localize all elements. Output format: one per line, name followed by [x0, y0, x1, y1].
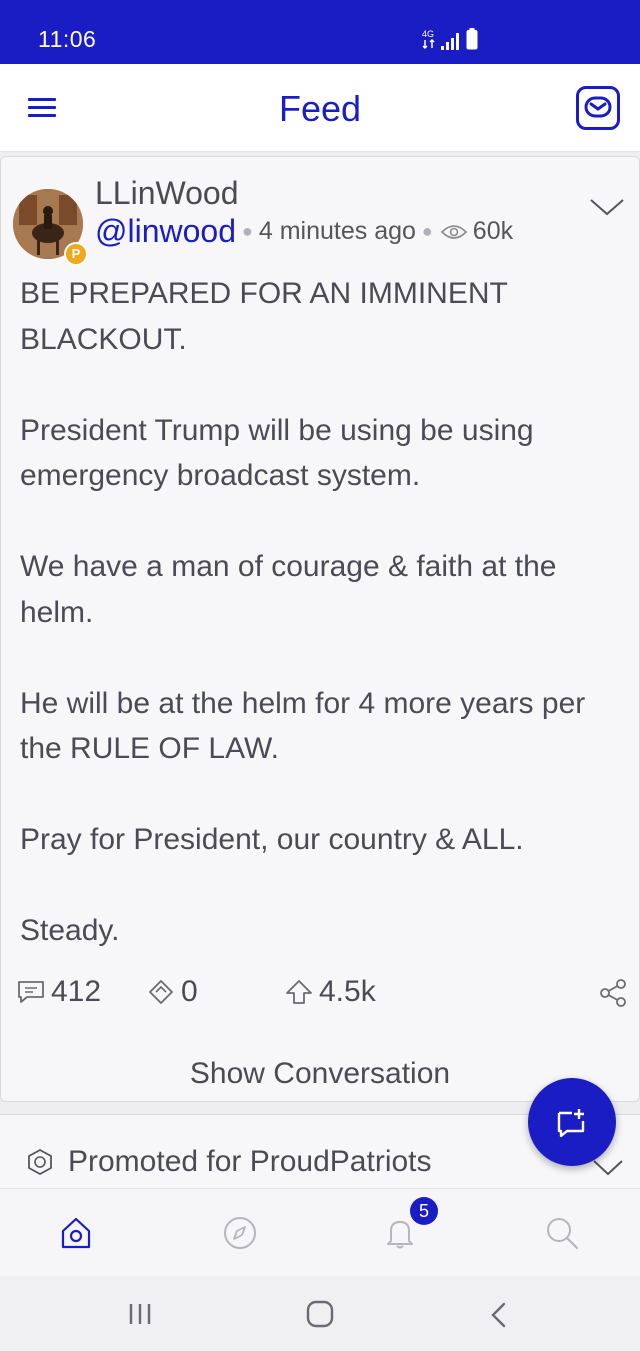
- promoted-label: Promoted for ProudPatriots: [68, 1145, 432, 1178]
- recent-apps-icon[interactable]: [128, 1302, 152, 1326]
- chevron-down-icon[interactable]: [592, 1159, 624, 1177]
- separator-dot: ●: [242, 221, 253, 241]
- status-time: 11:06: [38, 26, 97, 52]
- promoted-icon: [28, 1148, 52, 1176]
- post-paragraph: He will be at the helm for 4 more years …: [20, 686, 586, 766]
- battery-icon: [466, 28, 478, 50]
- post-paragraph: We have a man of courage & faith at the …: [20, 550, 557, 629]
- echo-button[interactable]: 0: [147, 975, 198, 1009]
- user-handle[interactable]: @linwood: [95, 213, 236, 250]
- post-paragraph: Steady.: [20, 914, 120, 947]
- post-body: BE PREPARED FOR AN IMMINENT BLACKOUT. Pr…: [20, 271, 620, 954]
- notification-badge: 5: [410, 1197, 438, 1225]
- compose-icon: [557, 1109, 585, 1137]
- show-conversation-button[interactable]: Show Conversation: [1, 1057, 639, 1091]
- comment-count: 412: [51, 975, 102, 1008]
- post-card: P LLinWood @linwood ● 4 minutes ago ● 60…: [0, 156, 640, 1102]
- home-button-icon[interactable]: [306, 1300, 334, 1328]
- post-meta: @linwood ● 4 minutes ago ● 60k: [95, 213, 513, 250]
- eye-icon: [440, 224, 467, 239]
- back-icon[interactable]: [488, 1301, 508, 1329]
- upvote-icon: [286, 980, 312, 1004]
- home-icon[interactable]: [54, 1211, 98, 1255]
- echo-count: 0: [181, 975, 198, 1008]
- search-icon[interactable]: [540, 1211, 584, 1255]
- comment-icon: [18, 981, 44, 1003]
- page-title: Feed: [278, 88, 362, 129]
- compose-post-button[interactable]: [528, 1078, 616, 1166]
- data-transfer-icon: 4G: [422, 29, 435, 50]
- share-icon[interactable]: [599, 979, 627, 1007]
- comment-button[interactable]: 412: [17, 975, 101, 1009]
- feed: P LLinWood @linwood ● 4 minutes ago ● 60…: [0, 152, 640, 1188]
- view-count: 60k: [472, 217, 514, 245]
- bottom-nav: 5: [0, 1188, 640, 1276]
- separator-dot: ●: [421, 221, 433, 241]
- signal-icon: [441, 33, 459, 50]
- status-bar: 11:06 4G: [0, 0, 640, 64]
- echo-icon: [149, 980, 173, 1004]
- post-paragraph: Pray for President, our country & ALL.: [20, 823, 524, 856]
- status-icons: 4G: [422, 26, 478, 50]
- promoted-row: Promoted for ProudPatriots: [26, 1145, 432, 1179]
- post-paragraph: BE PREPARED FOR AN IMMINENT BLACKOUT.: [20, 277, 508, 356]
- discover-icon[interactable]: [218, 1211, 262, 1255]
- post-actions: 412 0 4.5k: [1, 975, 640, 1015]
- upvote-button[interactable]: 4.5k: [285, 975, 376, 1009]
- svg-text:4G: 4G: [422, 29, 434, 39]
- display-name[interactable]: LLinWood: [95, 175, 239, 212]
- upvote-count: 4.5k: [319, 975, 376, 1008]
- app-bar: Feed: [0, 64, 640, 152]
- system-nav-bar: [0, 1276, 640, 1351]
- post-time: 4 minutes ago: [258, 217, 416, 245]
- post-paragraph: President Trump will be using be using e…: [20, 413, 534, 493]
- mail-icon[interactable]: [576, 86, 620, 130]
- parler-badge-icon: P: [64, 242, 88, 266]
- chevron-down-icon[interactable]: [589, 197, 625, 217]
